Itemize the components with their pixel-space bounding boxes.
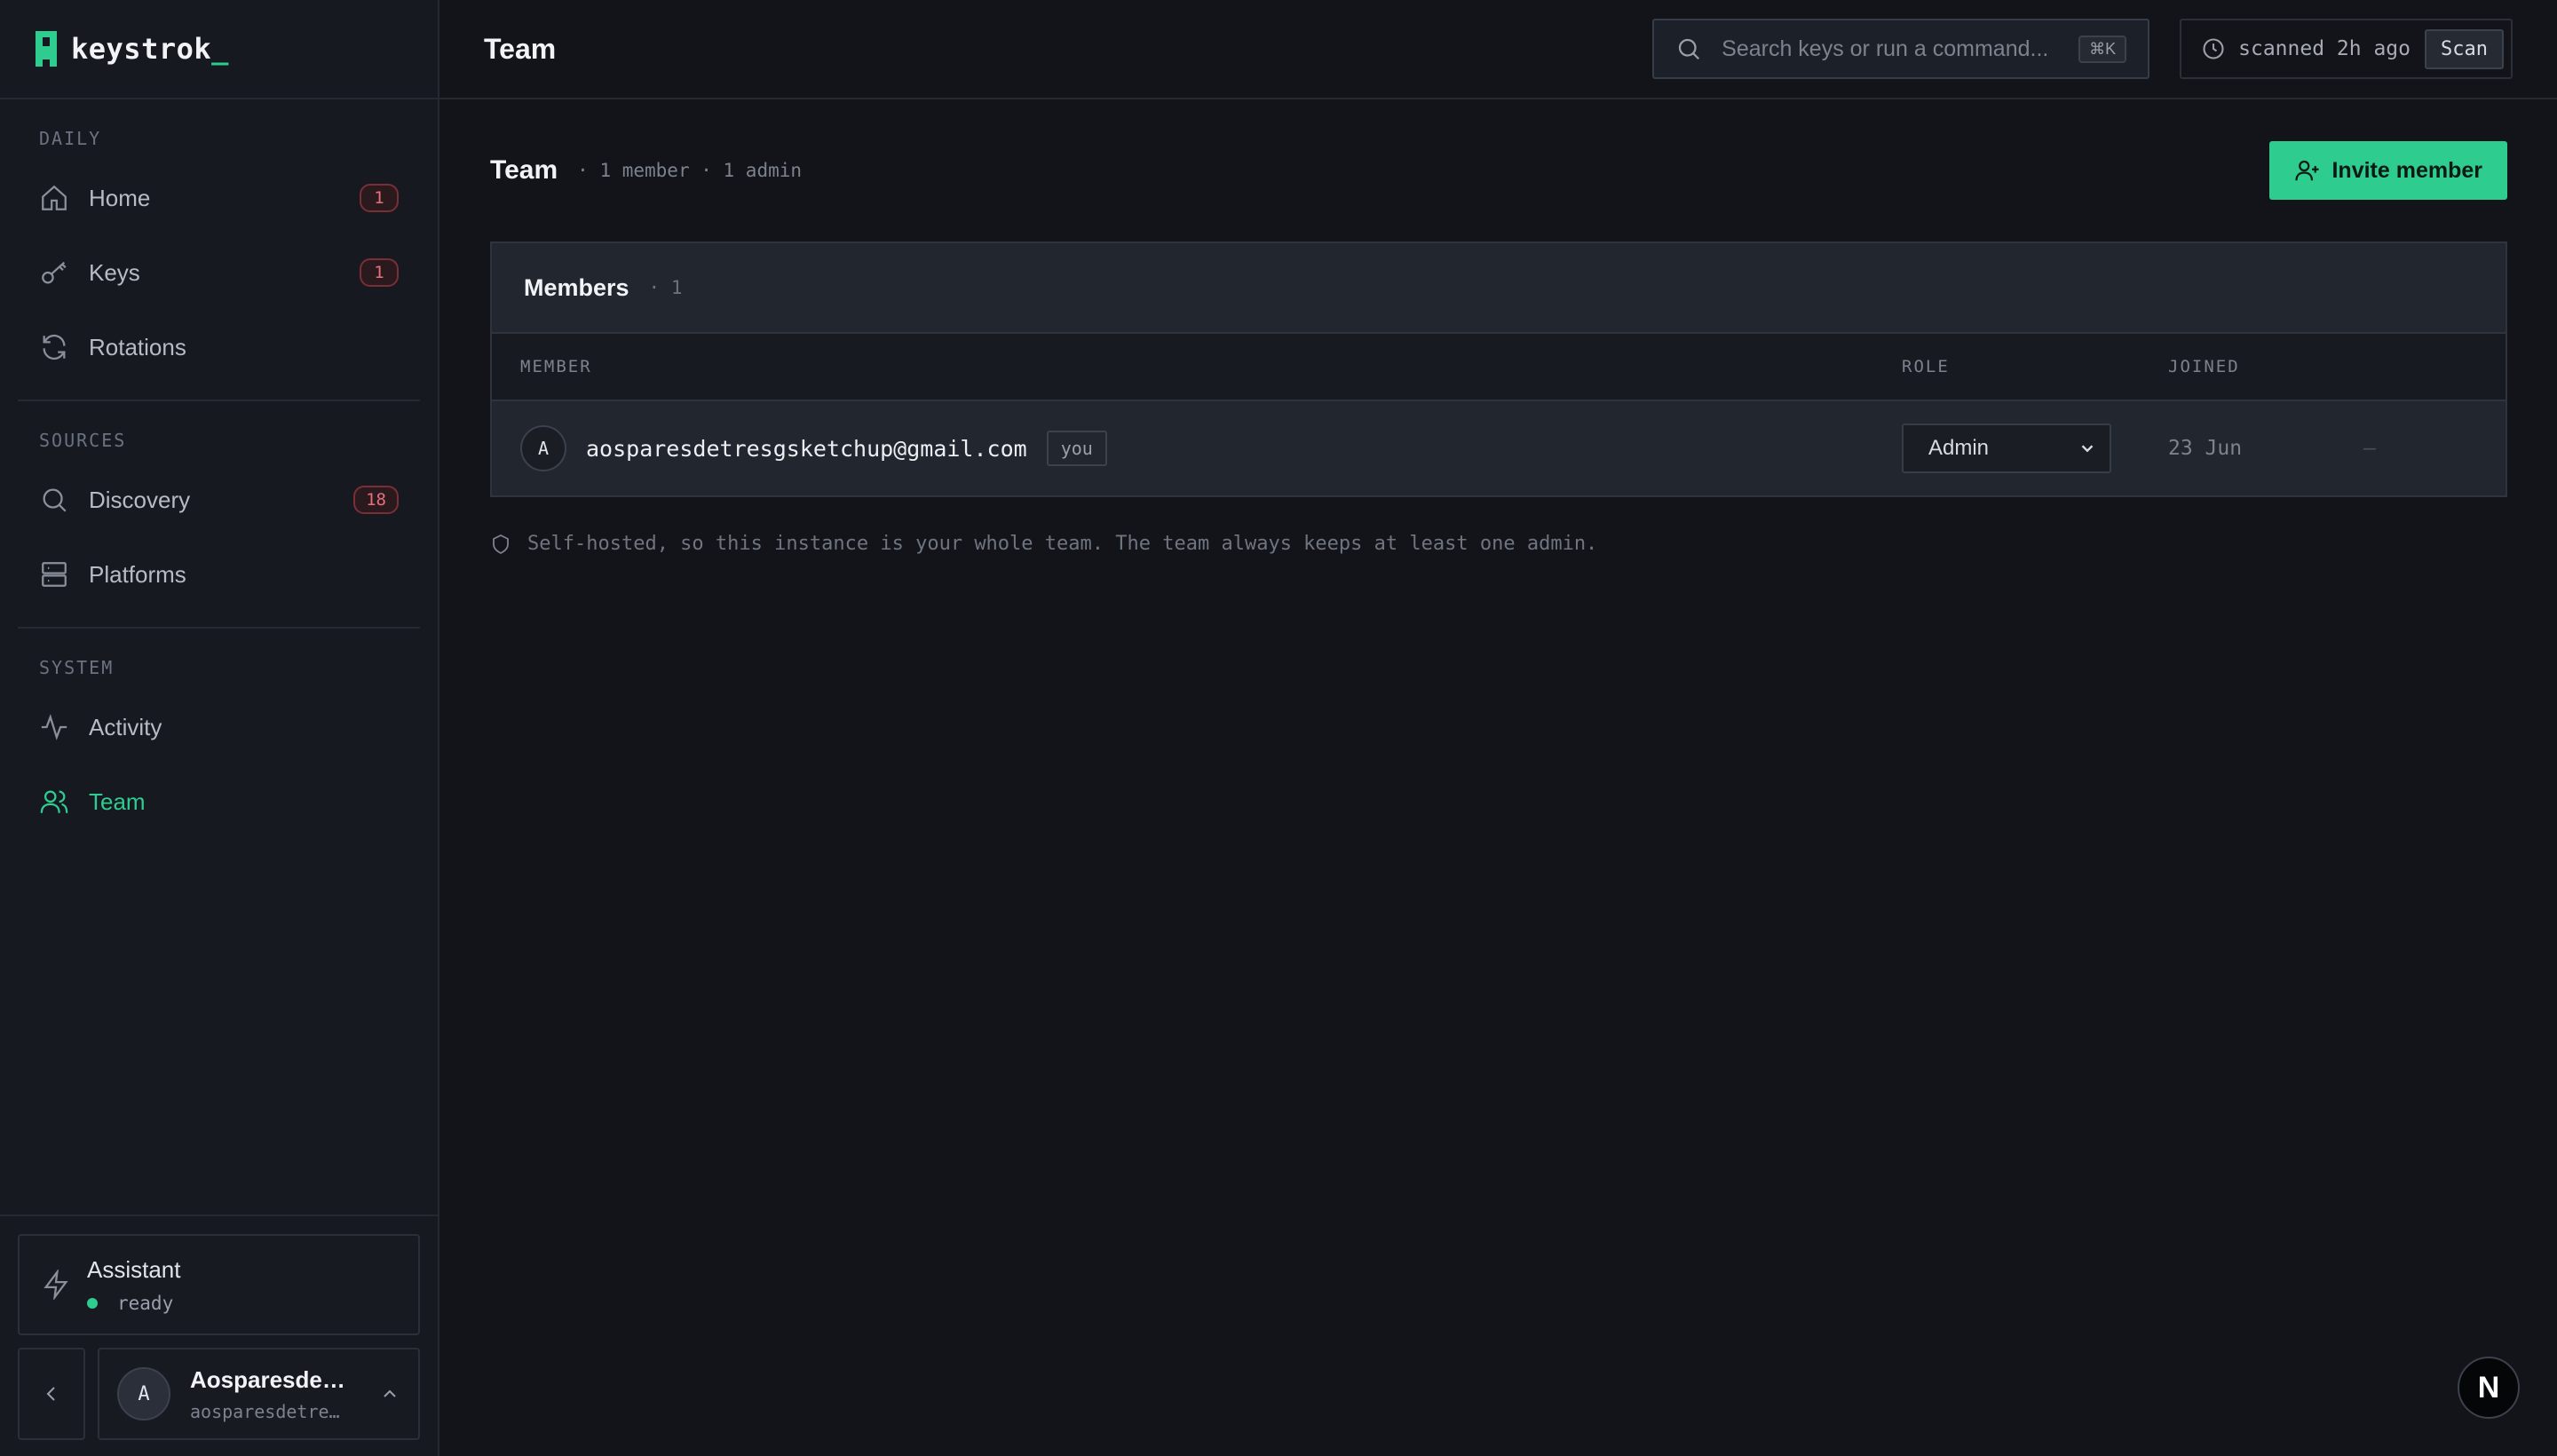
home-icon [42, 185, 67, 210]
avatar: A [117, 1367, 170, 1420]
sidebar-item-label: Activity [89, 713, 162, 740]
count-badge: 1 [360, 184, 399, 212]
scan-status: scanned 2h ago Scan [2180, 19, 2513, 79]
search-icon [43, 488, 67, 512]
member-email: aosparesdetresgsketchup@gmail.com [586, 435, 1027, 462]
section-label: SYSTEM [39, 657, 115, 678]
main-content: Team · 1 member · 1 admin Invite member … [490, 99, 2507, 555]
assistant-card[interactable]: Assistant ready [18, 1234, 420, 1335]
sidebar-item-label: Team [89, 787, 146, 815]
sidebar-item-home[interactable]: Home 1 [18, 169, 420, 227]
user-info: Aosparesdet… aosparesdetres… [190, 1366, 379, 1422]
activity-icon [41, 714, 67, 740]
search-input[interactable] [1722, 36, 2079, 62]
table-row: A aosparesdetresgsketchup@gmail.com you … [492, 401, 2506, 495]
scan-button[interactable]: Scan [2425, 28, 2504, 69]
chevron-left-icon [46, 1387, 55, 1401]
invite-member-label: Invite member [2331, 157, 2482, 183]
scan-status-text: scanned 2h ago [2238, 37, 2411, 60]
user-email: aosparesdetres… [190, 1400, 350, 1422]
user-row: A Aosparesdet… aosparesdetres… [18, 1348, 420, 1440]
user-plus-icon [2295, 160, 2319, 181]
sidebar-item-label: Discovery [89, 486, 191, 513]
nav-section-daily: DAILY Home 1 Keys 1 Rotations [0, 99, 438, 376]
keystrok-logo-icon [36, 31, 57, 67]
users-icon [40, 790, 68, 813]
nav-section-sources: SOURCES Discovery 18 Platforms [18, 400, 420, 604]
key-icon [42, 261, 67, 284]
section-title: Team [490, 155, 558, 185]
sidebar-footer: Assistant ready A Aosparesdet… aosparesd… [0, 1215, 438, 1456]
sidebar: keystrok_ DAILY Home 1 Keys 1 Rotations … [0, 0, 439, 1456]
joined-date: 23 Jun [2168, 437, 2243, 460]
count-badge: 18 [353, 486, 399, 514]
next-dev-indicator[interactable]: N [2458, 1357, 2520, 1419]
collapse-sidebar-button[interactable] [18, 1348, 85, 1440]
topbar: Team ⌘K scanned 2h ago Scan [439, 0, 2557, 99]
section-label: SOURCES [39, 430, 127, 451]
refresh-icon [43, 334, 66, 360]
sidebar-item-label: Home [89, 184, 151, 211]
chevron-up-icon [384, 1389, 396, 1397]
brand-name: keystrok_ [71, 32, 229, 66]
role-select[interactable]: Admin [1902, 423, 2111, 473]
shield-icon [493, 534, 509, 554]
lightning-icon [44, 1270, 68, 1300]
sidebar-item-label: Platforms [89, 560, 186, 588]
assistant-status-text: ready [117, 1292, 174, 1314]
user-name: Aosparesdet… [190, 1365, 350, 1393]
assistant-status: ready [87, 1293, 181, 1314]
status-dot [87, 1297, 98, 1309]
info-note: Self-hosted, so this instance is your wh… [490, 533, 2507, 555]
role-value: Admin [1928, 436, 1990, 460]
nav-section-system: SYSTEM Activity Team [18, 627, 420, 831]
role-cell: Admin [1902, 423, 2168, 473]
sidebar-item-discovery[interactable]: Discovery 18 [18, 471, 420, 529]
panel-count: · 1 [648, 277, 683, 298]
clock-icon [2203, 38, 2224, 59]
sidebar-item-label: Rotations [89, 333, 186, 360]
sidebar-item-rotations[interactable]: Rotations [18, 318, 420, 376]
last-active: — [2363, 437, 2376, 460]
section-label: DAILY [39, 128, 102, 149]
sidebar-item-team[interactable]: Team [18, 772, 420, 831]
title-row: Team · 1 member · 1 admin Invite member [490, 99, 2507, 241]
panel-header: Members · 1 [492, 243, 2506, 334]
chevron-down-icon [2081, 445, 2094, 453]
info-note-text: Self-hosted, so this instance is your wh… [527, 533, 1598, 555]
table-header: MEMBER ROLE JOINED [492, 334, 2506, 401]
sidebar-item-label: Keys [89, 258, 140, 286]
count-badge: 1 [360, 258, 399, 287]
members-panel: Members · 1 MEMBER ROLE JOINED A aospare… [490, 241, 2507, 497]
server-icon [42, 562, 67, 587]
search-box[interactable]: ⌘K [1652, 19, 2150, 79]
shortcut-hint: ⌘K [2078, 35, 2127, 63]
sidebar-item-keys[interactable]: Keys 1 [18, 243, 420, 302]
assistant-title: Assistant [87, 1255, 181, 1283]
avatar: A [520, 425, 566, 471]
page-title: Team [484, 32, 557, 65]
team-summary: · 1 member · 1 admin [577, 160, 803, 181]
sidebar-item-activity[interactable]: Activity [18, 698, 420, 756]
column-header-role: ROLE [1902, 357, 1950, 376]
you-badge: you [1046, 431, 1107, 466]
user-menu[interactable]: A Aosparesdet… aosparesdetres… [98, 1348, 420, 1440]
sidebar-item-platforms[interactable]: Platforms [18, 545, 420, 604]
search-icon [1679, 38, 1700, 60]
invite-member-button[interactable]: Invite member [2269, 141, 2507, 200]
column-header-member: MEMBER [520, 357, 592, 376]
panel-title: Members [524, 273, 629, 301]
column-header-joined: JOINED [2168, 357, 2240, 376]
member-cell: A aosparesdetresgsketchup@gmail.com you [520, 425, 1902, 471]
brand[interactable]: keystrok_ [0, 0, 438, 99]
